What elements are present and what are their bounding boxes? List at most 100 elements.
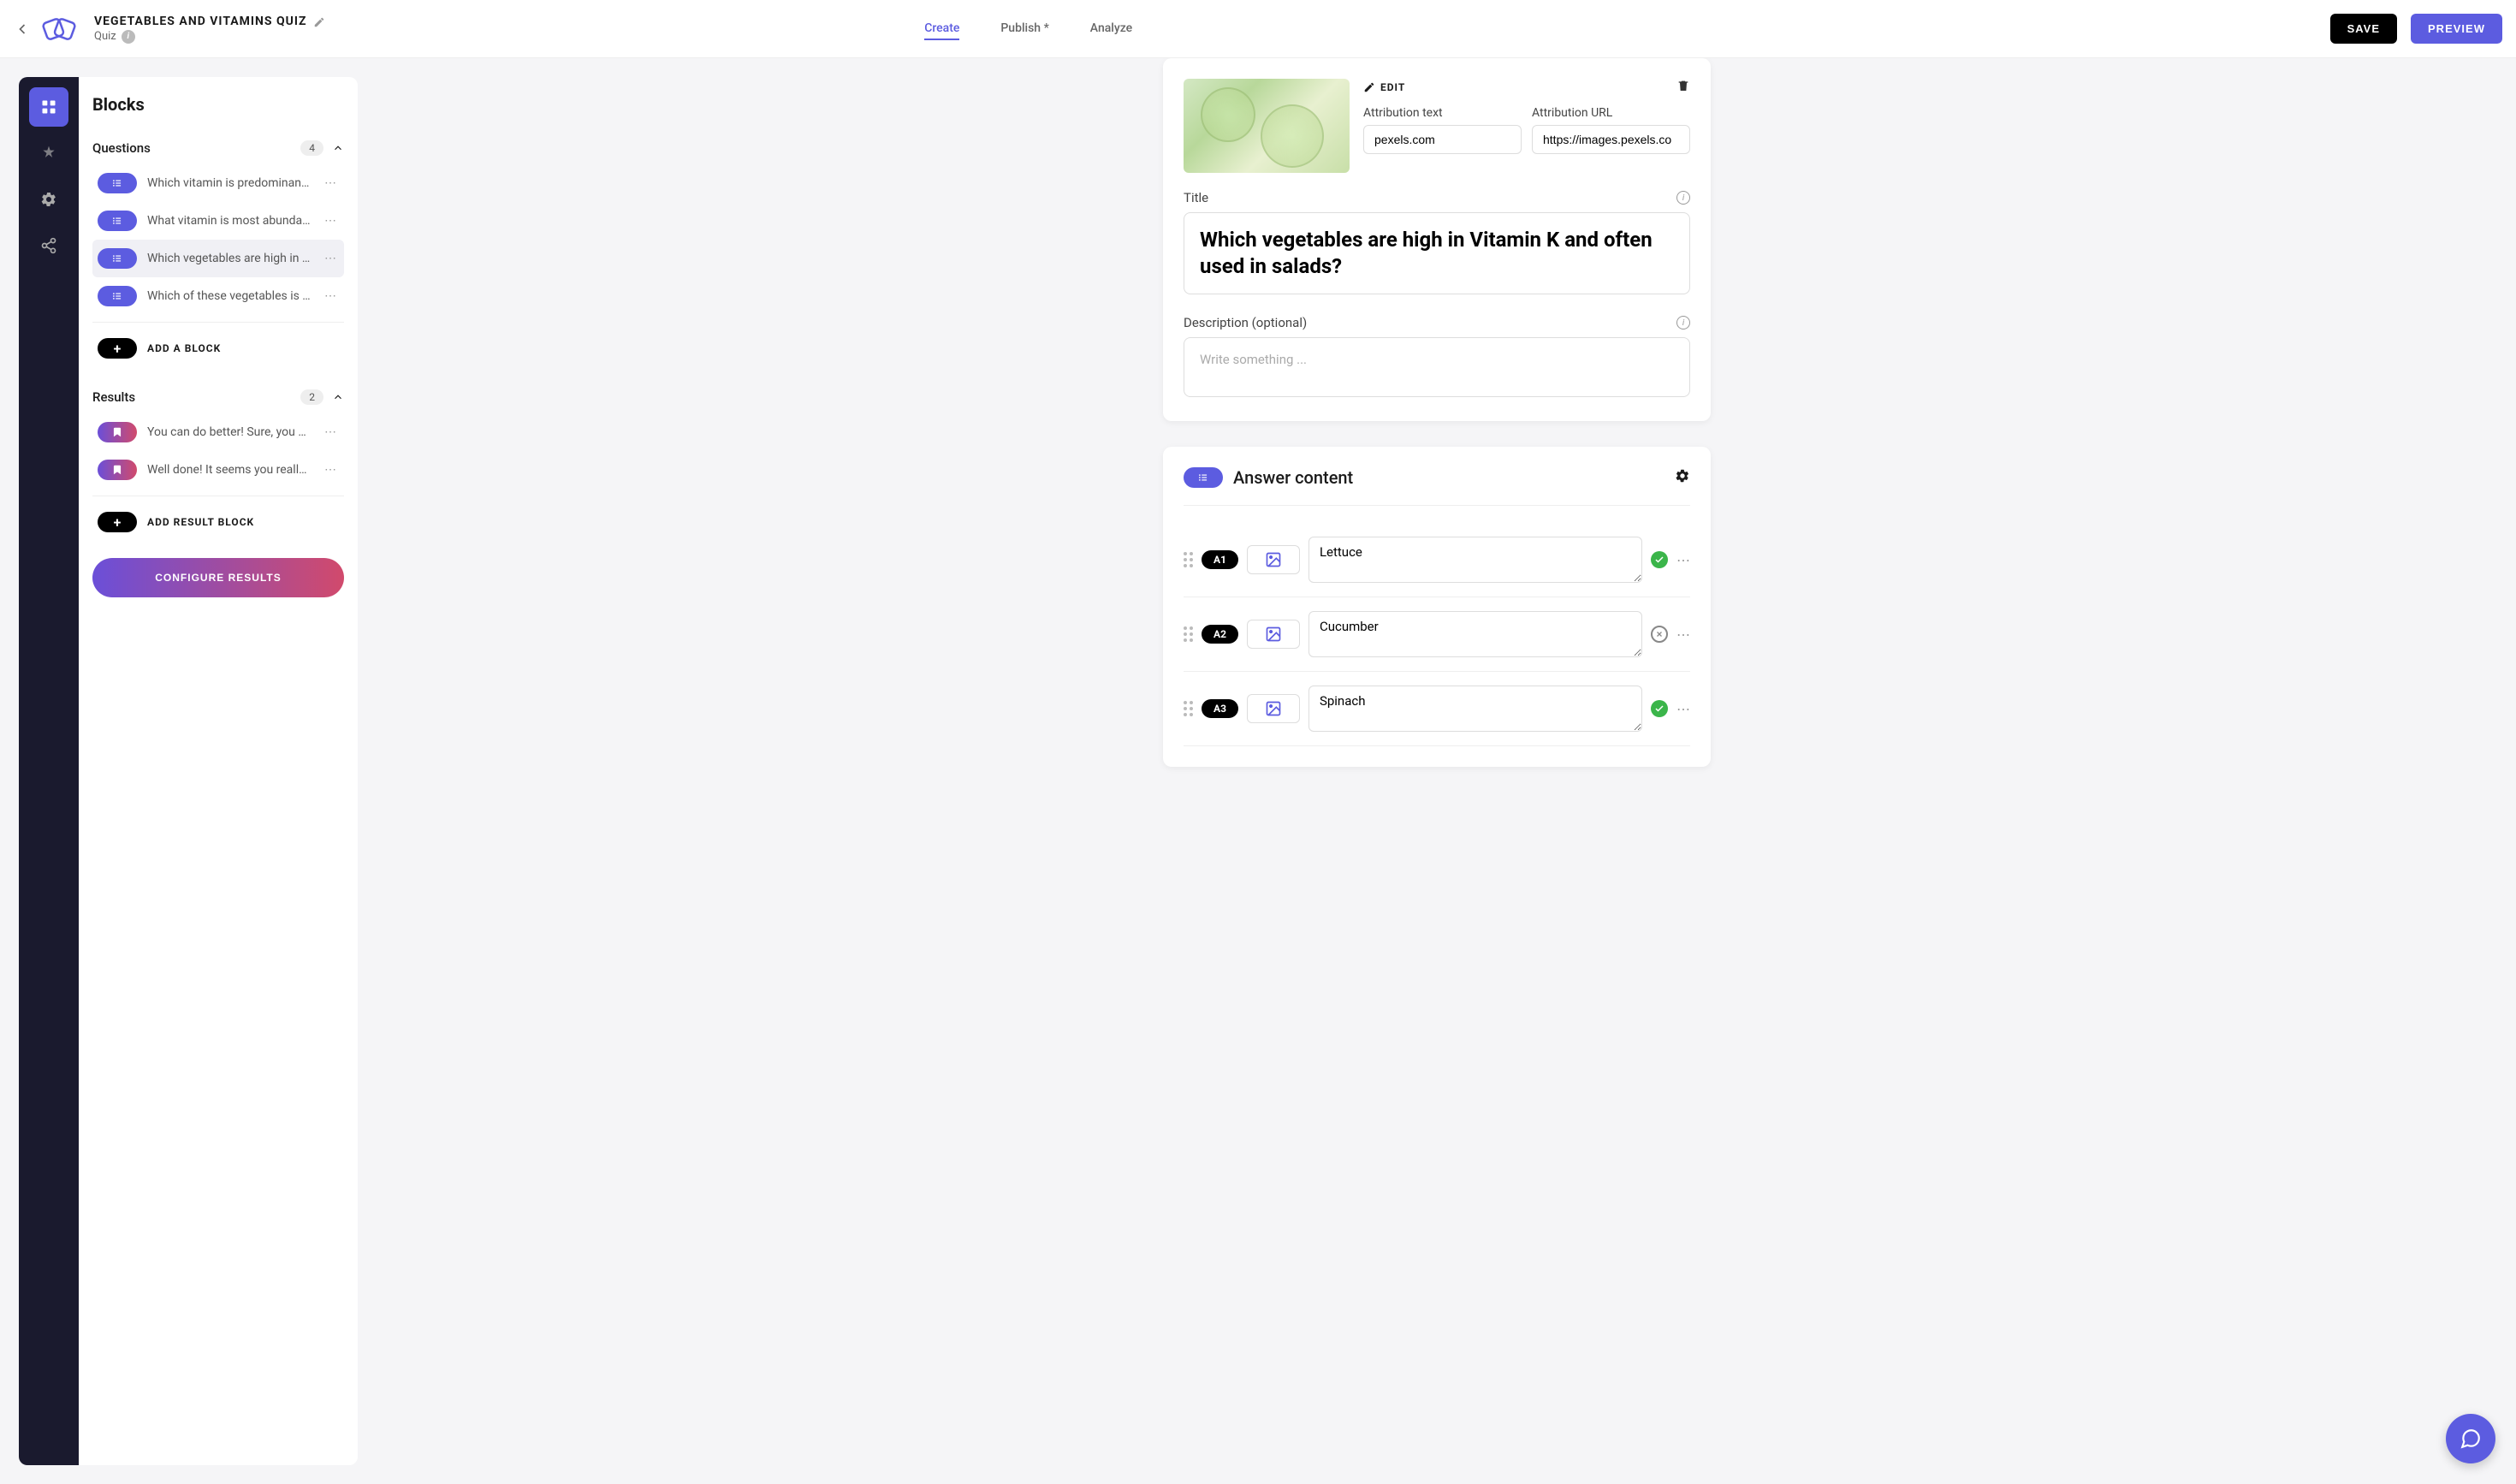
answer-row: A2 Cucumber ⋯ bbox=[1184, 597, 1690, 672]
chat-icon bbox=[2460, 1428, 2482, 1450]
add-result-button[interactable]: + ADD RESULT BLOCK bbox=[92, 503, 344, 541]
correct-toggle[interactable] bbox=[1651, 551, 1668, 568]
answer-heading: Answer content bbox=[1233, 467, 1353, 488]
correct-toggle[interactable] bbox=[1651, 700, 1668, 717]
blocks-sidebar: Blocks Questions 4 Which vitamin is pred… bbox=[79, 77, 358, 1465]
drag-handle[interactable] bbox=[1184, 626, 1193, 642]
delete-image-button[interactable] bbox=[1676, 79, 1690, 96]
title-input[interactable] bbox=[1184, 212, 1690, 294]
result-text: You can do better! Sure, you … bbox=[147, 425, 312, 439]
help-icon[interactable]: i bbox=[1676, 191, 1690, 205]
check-icon bbox=[1654, 555, 1664, 565]
more-icon[interactable]: ⋯ bbox=[1676, 701, 1690, 717]
question-item-2[interactable]: What vitamin is most abundan… ⋯ bbox=[92, 202, 344, 240]
results-label: Results bbox=[92, 389, 135, 405]
rail-design[interactable] bbox=[29, 134, 68, 173]
drag-handle[interactable] bbox=[1184, 552, 1193, 567]
add-result-label: ADD RESULT BLOCK bbox=[147, 516, 254, 528]
answer-text-input[interactable]: Cucumber bbox=[1308, 611, 1642, 657]
questions-section-header[interactable]: Questions 4 bbox=[92, 132, 344, 164]
rail-settings[interactable] bbox=[29, 180, 68, 219]
image-icon bbox=[1265, 551, 1282, 568]
configure-results-button[interactable]: CONFIGURE RESULTS bbox=[92, 558, 344, 597]
question-text: Which vitamin is predominantl… bbox=[147, 176, 312, 190]
question-image-preview[interactable] bbox=[1184, 79, 1350, 173]
drag-handle[interactable] bbox=[1184, 701, 1193, 716]
image-icon bbox=[1265, 700, 1282, 717]
editor-content: EDIT Attribution text bbox=[358, 58, 2516, 1484]
incorrect-toggle[interactable] bbox=[1651, 626, 1668, 643]
add-block-label: ADD A BLOCK bbox=[147, 342, 221, 354]
result-item-2[interactable]: Well done! It seems you really… ⋯ bbox=[92, 451, 344, 489]
tab-create[interactable]: Create bbox=[924, 18, 959, 40]
rail-blocks[interactable] bbox=[29, 87, 68, 127]
more-icon[interactable]: ⋯ bbox=[322, 289, 339, 303]
answer-tag: A1 bbox=[1202, 550, 1238, 569]
app-header: VEGETABLES AND VITAMINS QUIZ Quiz i Crea… bbox=[0, 0, 2516, 58]
gear-icon bbox=[1675, 468, 1690, 484]
results-section-header[interactable]: Results 2 bbox=[92, 381, 344, 413]
more-icon[interactable]: ⋯ bbox=[322, 425, 339, 439]
tab-publish[interactable]: Publish * bbox=[1000, 18, 1048, 40]
more-icon[interactable]: ⋯ bbox=[322, 463, 339, 477]
more-icon[interactable]: ⋯ bbox=[322, 214, 339, 228]
back-button[interactable] bbox=[14, 21, 31, 38]
results-count: 2 bbox=[300, 389, 323, 405]
add-block-button[interactable]: + ADD A BLOCK bbox=[92, 329, 344, 367]
plus-icon: + bbox=[98, 338, 137, 359]
pencil-icon bbox=[1363, 81, 1375, 93]
answer-text-input[interactable]: Lettuce bbox=[1308, 537, 1642, 583]
question-text: Which of these vegetables is … bbox=[147, 289, 312, 303]
save-button[interactable]: SAVE bbox=[2330, 14, 2397, 44]
tab-analyze[interactable]: Analyze bbox=[1090, 18, 1132, 40]
list-icon bbox=[98, 286, 137, 306]
questions-count: 4 bbox=[300, 140, 323, 156]
info-icon[interactable]: i bbox=[122, 30, 135, 44]
answer-tag: A3 bbox=[1202, 699, 1238, 718]
list-icon bbox=[98, 248, 137, 269]
nav-tabs: Create Publish * Analyze bbox=[924, 18, 1132, 40]
x-icon bbox=[1655, 630, 1664, 638]
question-item-1[interactable]: Which vitamin is predominantl… ⋯ bbox=[92, 164, 344, 202]
answer-settings-button[interactable] bbox=[1675, 468, 1690, 487]
sidebar-heading: Blocks bbox=[92, 94, 344, 115]
chevron-up-icon bbox=[332, 391, 344, 403]
help-icon[interactable]: i bbox=[1676, 316, 1690, 329]
questions-label: Questions bbox=[92, 140, 151, 156]
attr-text-input[interactable] bbox=[1363, 125, 1522, 154]
quiz-title: VEGETABLES AND VITAMINS QUIZ bbox=[94, 15, 306, 28]
edit-image-button[interactable]: EDIT bbox=[1363, 81, 1405, 93]
answer-image-button[interactable] bbox=[1247, 694, 1300, 723]
answer-content-card: Answer content A1 Lettuce ⋯ A2 Cucumber bbox=[1163, 447, 1711, 767]
more-icon[interactable]: ⋯ bbox=[1676, 552, 1690, 568]
icon-rail bbox=[19, 77, 79, 1465]
desc-input[interactable] bbox=[1184, 337, 1690, 397]
list-icon bbox=[1184, 467, 1223, 488]
bookmark-icon bbox=[98, 422, 137, 442]
more-icon[interactable]: ⋯ bbox=[322, 176, 339, 190]
app-logo bbox=[38, 8, 80, 50]
answer-row: A3 Spinach ⋯ bbox=[1184, 672, 1690, 746]
attr-url-input[interactable] bbox=[1532, 125, 1690, 154]
title-block: VEGETABLES AND VITAMINS QUIZ Quiz i bbox=[94, 15, 325, 44]
more-icon[interactable]: ⋯ bbox=[1676, 626, 1690, 643]
answer-text-input[interactable]: Spinach bbox=[1308, 686, 1642, 732]
question-item-4[interactable]: Which of these vegetables is … ⋯ bbox=[92, 277, 344, 315]
rail-share[interactable] bbox=[29, 226, 68, 265]
bookmark-icon bbox=[98, 460, 137, 480]
list-icon bbox=[98, 211, 137, 231]
question-editor-card: EDIT Attribution text bbox=[1163, 58, 1711, 421]
list-icon bbox=[98, 173, 137, 193]
preview-button[interactable]: PREVIEW bbox=[2411, 14, 2502, 44]
chevron-up-icon bbox=[332, 142, 344, 154]
result-item-1[interactable]: You can do better! Sure, you … ⋯ bbox=[92, 413, 344, 451]
edit-image-label: EDIT bbox=[1380, 81, 1405, 93]
more-icon[interactable]: ⋯ bbox=[322, 252, 339, 265]
question-item-3[interactable]: Which vegetables are high in … ⋯ bbox=[92, 240, 344, 277]
chat-button[interactable] bbox=[2446, 1414, 2495, 1463]
pencil-icon[interactable] bbox=[313, 15, 325, 27]
image-icon bbox=[1265, 626, 1282, 643]
answer-tag: A2 bbox=[1202, 625, 1238, 644]
answer-image-button[interactable] bbox=[1247, 620, 1300, 649]
answer-image-button[interactable] bbox=[1247, 545, 1300, 574]
